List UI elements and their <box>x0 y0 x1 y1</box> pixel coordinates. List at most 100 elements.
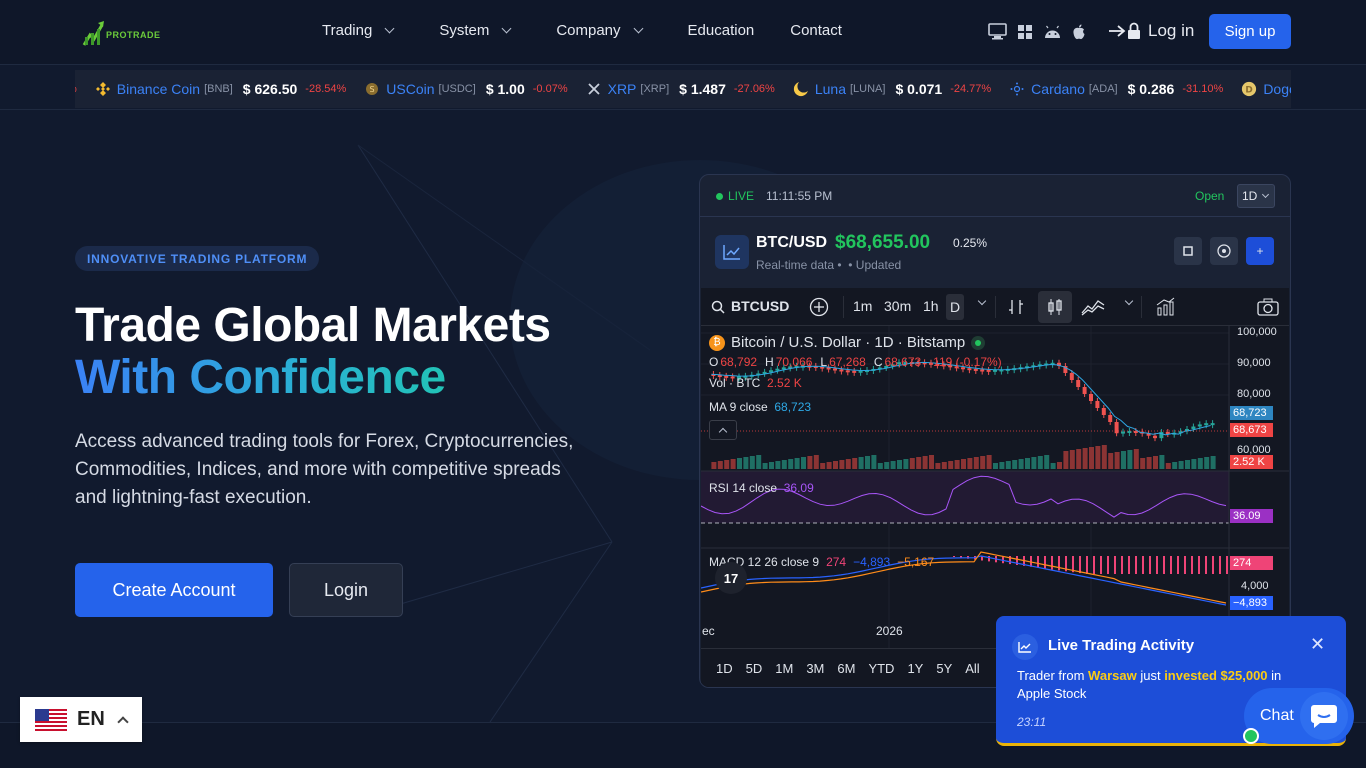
volume-bar <box>1108 453 1114 469</box>
svg-text:D: D <box>1246 86 1253 96</box>
indicators-icon[interactable] <box>1081 298 1105 316</box>
range-1y[interactable]: 1Y <box>907 661 923 676</box>
interval-30m[interactable]: 30m <box>884 298 911 314</box>
collapse-legend-button[interactable] <box>709 420 737 440</box>
tv-symbol[interactable]: BTCUSD <box>731 298 789 314</box>
macd-histogram-bar <box>1135 556 1137 574</box>
macd-tag: 274 <box>1230 556 1273 570</box>
candles-button[interactable] <box>1038 291 1072 323</box>
ticker-symbol: [BNB] <box>204 83 233 95</box>
bar-style-icon[interactable] <box>1008 298 1024 316</box>
range-all[interactable]: All <box>965 661 979 676</box>
nav-system[interactable]: System <box>439 22 512 39</box>
square-icon[interactable] <box>1174 237 1202 265</box>
luna-icon <box>793 80 809 97</box>
range-5y[interactable]: 5Y <box>936 661 952 676</box>
timeframe-select[interactable]: 1D <box>1237 184 1275 208</box>
hero-login-button[interactable]: Login <box>289 563 403 617</box>
toolbar-divider <box>995 296 996 318</box>
macd-histogram-bar <box>1170 556 1172 574</box>
volume-bar <box>1140 458 1146 469</box>
login-link[interactable]: Log in <box>1108 21 1194 41</box>
volume-bar <box>877 463 883 469</box>
add-compare-icon[interactable] <box>809 297 829 317</box>
ticker-item-cardano[interactable]: Cardano [ADA] $ 0.286 -31.10% <box>1009 81 1223 97</box>
ticker-item-dogecoin[interactable]: D Dogecoin <box>1241 81 1291 97</box>
windows-icon[interactable] <box>1017 24 1033 40</box>
interval-d[interactable]: D <box>946 294 964 320</box>
ticker-item-luna[interactable]: Luna [LUNA] $ 0.071 -24.77% <box>793 80 991 97</box>
desktop-icon[interactable] <box>988 23 1007 40</box>
signup-button[interactable]: Sign up <box>1209 14 1291 49</box>
macd-histogram-bar <box>1107 556 1109 574</box>
live-indicator-icon <box>716 193 723 200</box>
range-6m[interactable]: 6M <box>837 661 855 676</box>
nav-education[interactable]: Education <box>688 22 755 39</box>
interval-1h[interactable]: 1h <box>923 298 939 314</box>
range-3m[interactable]: 3M <box>806 661 824 676</box>
realtime-label: Real-time data <box>756 258 835 272</box>
ticker-price: $ 1.487 <box>679 81 726 97</box>
volume-bar <box>756 455 762 469</box>
compare-chart-icon[interactable] <box>1155 297 1175 317</box>
x-axis-tick: ec <box>702 624 715 638</box>
ohlc-close: 68,673 <box>884 355 922 369</box>
ticker-item-usdc[interactable]: S USCoin [USDC] $ 1.00 -0.07% <box>364 81 568 97</box>
create-account-button[interactable]: Create Account <box>75 563 273 617</box>
chevron-down-icon[interactable] <box>1124 296 1134 306</box>
macd-histogram-bar <box>1079 556 1081 574</box>
ticker-item-xrp[interactable]: XRP [XRP] $ 1.487 -27.06% <box>586 81 775 97</box>
macd-histogram-value: 274 <box>826 555 847 569</box>
chevron-down-icon <box>1262 190 1270 198</box>
interval-1m[interactable]: 1m <box>853 298 872 314</box>
nav-trading[interactable]: Trading <box>322 22 395 39</box>
range-1m[interactable]: 1M <box>775 661 793 676</box>
macd-histogram-bar <box>1212 556 1214 574</box>
candle-body <box>1153 435 1157 439</box>
target-icon[interactable] <box>1210 237 1238 265</box>
volume-bar <box>1018 459 1024 469</box>
volume-bar <box>1082 448 1088 469</box>
candle-body <box>1095 401 1100 408</box>
nav-contact[interactable]: Contact <box>790 22 842 39</box>
hero-title-line2: With Confidence <box>75 351 446 404</box>
signal-value: −5,167 <box>897 555 935 569</box>
candle-body <box>1197 424 1202 427</box>
trend-chart-icon <box>1012 634 1038 660</box>
range-5d[interactable]: 5D <box>746 661 763 676</box>
apple-icon[interactable] <box>1072 24 1086 40</box>
ohlc-open: 68,792 <box>720 355 758 369</box>
y-axis-tick: 100,000 <box>1237 326 1277 338</box>
volume-bar <box>1172 462 1178 469</box>
volume-bar <box>858 457 864 469</box>
range-1d[interactable]: 1D <box>716 661 733 676</box>
chat-button[interactable]: Chat <box>1244 688 1354 744</box>
macd-histogram-bar <box>1142 556 1144 574</box>
nav-trading-label: Trading <box>322 22 373 39</box>
ticker-track: % Binance Coin [BNB] $ 626.50 -28.54% S … <box>75 70 1291 108</box>
nav-company[interactable]: Company <box>556 22 643 39</box>
volume-value: 2.52 K <box>767 376 802 390</box>
tradingview-logo-icon[interactable]: 17 <box>715 562 747 594</box>
range-ytd[interactable]: YTD <box>868 661 894 676</box>
macd-histogram-bar <box>1226 556 1228 574</box>
rsi-tag: 36.09 <box>1230 509 1273 523</box>
language-selector[interactable]: EN <box>20 697 142 742</box>
ticker-name: Luna <box>814 81 846 97</box>
ma-line <box>711 361 1211 436</box>
macd-histogram-bar <box>1051 556 1053 570</box>
logo[interactable]: PROTRADE <box>82 16 162 48</box>
close-icon[interactable]: ✕ <box>1310 634 1325 655</box>
candle-body <box>1108 415 1113 422</box>
volume-bar <box>941 462 947 469</box>
chevron-down-icon[interactable] <box>977 296 987 306</box>
camera-icon[interactable] <box>1257 298 1279 316</box>
volume-bar <box>801 457 806 469</box>
volume-bar <box>1127 450 1133 469</box>
volume-bar <box>935 463 941 469</box>
svg-text:S: S <box>370 85 375 94</box>
ticker-item-bnb[interactable]: Binance Coin [BNB] $ 626.50 -28.54% <box>95 81 346 97</box>
search-icon[interactable] <box>711 300 725 314</box>
add-button[interactable]: + <box>1246 237 1274 265</box>
android-icon[interactable] <box>1043 25 1062 39</box>
